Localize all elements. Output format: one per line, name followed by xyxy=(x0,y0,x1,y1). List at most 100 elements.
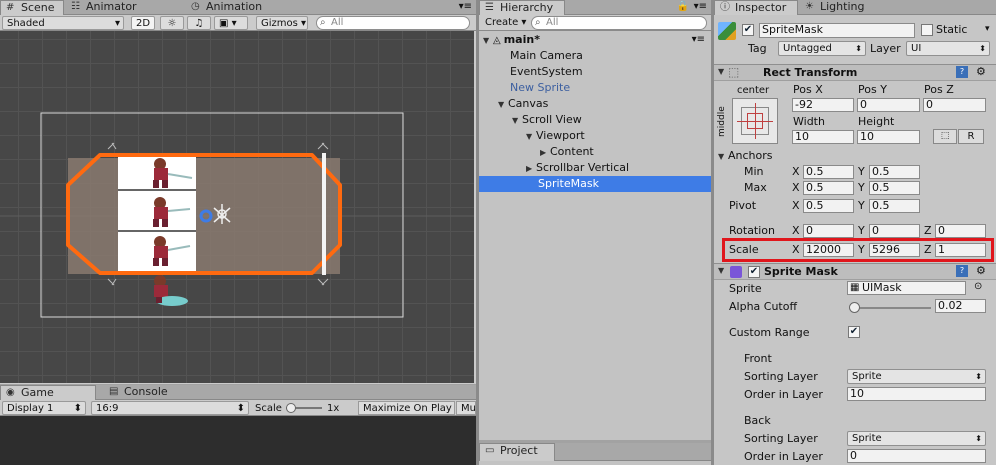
object-name-input[interactable]: SpriteMask xyxy=(759,23,915,38)
create-dropdown[interactable]: Create ▾ xyxy=(481,16,529,30)
tab-animator[interactable]: ☷ Animator xyxy=(66,0,143,15)
scene-search-input[interactable]: All xyxy=(316,16,470,30)
tab-console[interactable]: ▤ Console xyxy=(104,385,174,400)
gizmos-dropdown[interactable]: Gizmos ▾ xyxy=(256,16,308,30)
sprite-object-field[interactable]: ▦ UIMask xyxy=(847,281,966,295)
mute-audio-toggle[interactable]: Mu xyxy=(456,401,476,415)
2d-toggle[interactable]: 2D xyxy=(131,16,155,30)
tab-project[interactable]: ▭ Project xyxy=(479,443,555,461)
hierarchy-item-eventsystem[interactable]: EventSystem xyxy=(510,64,583,80)
expand-arrow-icon[interactable]: ▼ xyxy=(512,113,522,129)
maximize-on-play-toggle[interactable]: Maximize On Play xyxy=(358,401,455,415)
custom-range-checkbox[interactable]: ✔ xyxy=(848,326,860,338)
help-book-icon[interactable]: ? xyxy=(956,265,968,277)
panel-menu-icon[interactable]: ▾≡ xyxy=(459,1,472,12)
back-sorting-layer-dropdown[interactable]: Sprite xyxy=(847,431,986,446)
pivot-x-axis-label: X xyxy=(792,199,800,212)
lock-icon[interactable]: 🔒 xyxy=(677,1,689,12)
hierarchy-item-canvas[interactable]: ▼ Canvas xyxy=(498,96,548,112)
character-sprite xyxy=(154,275,188,306)
expand-arrow-icon[interactable]: ▼ xyxy=(483,33,493,49)
scene-menu-icon[interactable]: ▾≡ xyxy=(692,34,705,45)
pivot-y-input[interactable]: 0.5 xyxy=(869,199,920,213)
front-sorting-layer-dropdown[interactable]: Sprite xyxy=(847,369,986,384)
slider-thumb[interactable] xyxy=(849,302,860,313)
slider-thumb[interactable] xyxy=(286,403,296,413)
audio-toggle-icon[interactable]: ♫ xyxy=(187,16,211,30)
pane-divider[interactable] xyxy=(476,0,479,465)
expand-arrow-icon[interactable]: ▼ xyxy=(718,266,728,275)
hierarchy-item-scrollbar-vertical[interactable]: ▶ Scrollbar Vertical xyxy=(526,160,629,176)
front-sorting-layer-label: Sorting Layer xyxy=(744,370,818,383)
expand-arrow-icon[interactable]: ▼ xyxy=(526,129,536,145)
scale-z-input[interactable]: 1 xyxy=(935,243,986,257)
tab-scene[interactable]: # Scene xyxy=(0,0,64,15)
height-input[interactable]: 10 xyxy=(857,130,920,144)
raw-edit-button[interactable]: R xyxy=(958,129,984,144)
sprite-mask-enabled-checkbox[interactable]: ✔ xyxy=(748,266,760,278)
aspect-dropdown[interactable]: 16:9 ⬍ xyxy=(91,401,249,415)
rotation-y-input[interactable]: 0 xyxy=(869,224,920,238)
pos-y-input[interactable]: 0 xyxy=(857,98,920,112)
width-input[interactable]: 10 xyxy=(792,130,854,144)
rotation-z-input[interactable]: 0 xyxy=(935,224,986,238)
help-book-icon[interactable]: ? xyxy=(956,66,968,78)
rotation-x-input[interactable]: 0 xyxy=(803,224,854,238)
scene-viewport[interactable] xyxy=(0,31,474,383)
min-y-axis-label: Y xyxy=(858,165,865,178)
effects-dropdown-icon[interactable]: ▣ ▾ xyxy=(214,16,248,30)
back-sorting-layer-label: Sorting Layer xyxy=(744,432,818,445)
hierarchy-search-input[interactable]: All xyxy=(531,16,707,30)
tag-dropdown[interactable]: Untagged xyxy=(778,41,866,56)
hierarchy-item-viewport[interactable]: ▼ Viewport xyxy=(526,128,585,144)
sprite-mask-header[interactable]: ▼ ✔ Sprite Mask ? ⚙ xyxy=(714,263,996,280)
tab-inspector[interactable]: ⓘ Inspector xyxy=(714,0,798,15)
pivot-x-input[interactable]: 0.5 xyxy=(803,199,854,213)
panel-menu-icon[interactable]: ▾≡ xyxy=(694,1,707,12)
max-x-input[interactable]: 0.5 xyxy=(803,181,854,195)
anchor-presets-button[interactable] xyxy=(732,98,778,144)
tab-game[interactable]: ◉ Game xyxy=(0,385,96,400)
min-x-input[interactable]: 0.5 xyxy=(803,165,854,179)
expand-arrow-icon[interactable]: ▼ xyxy=(718,150,728,164)
collapse-arrow-icon[interactable]: ▶ xyxy=(540,145,550,161)
hierarchy-item-new-sprite[interactable]: New Sprite xyxy=(510,80,570,96)
hierarchy-item-scroll-view[interactable]: ▼ Scroll View xyxy=(512,112,582,128)
scale-x-input[interactable]: 12000 xyxy=(803,243,854,257)
blueprint-mode-button[interactable]: ⬚ xyxy=(933,129,957,144)
hierarchy-item-main-camera[interactable]: Main Camera xyxy=(510,48,583,64)
expand-arrow-icon[interactable]: ▼ xyxy=(718,67,728,76)
settings-gear-icon[interactable]: ⚙ xyxy=(976,264,986,277)
scale-slider[interactable] xyxy=(286,403,322,413)
pos-x-input[interactable]: -92 xyxy=(792,98,854,112)
shading-dropdown[interactable]: Shaded ▾ xyxy=(2,16,124,30)
front-order-input[interactable]: 10 xyxy=(847,387,986,401)
collapse-arrow-icon[interactable]: ▶ xyxy=(526,161,536,177)
min-y-input[interactable]: 0.5 xyxy=(869,165,920,179)
back-order-input[interactable]: 0 xyxy=(847,449,986,463)
rect-transform-header[interactable]: ▼ ⬚ Rect Transform ? ⚙ xyxy=(714,64,996,81)
tab-lighting[interactable]: ☀ Lighting xyxy=(800,0,870,15)
tab-animation[interactable]: ◷ Animation xyxy=(186,0,268,15)
expand-arrow-icon[interactable]: ▼ xyxy=(498,97,508,113)
hierarchy-item-spritemask[interactable]: SpriteMask xyxy=(479,176,711,192)
lightbulb-icon: ☀ xyxy=(805,1,814,12)
alpha-cutoff-input[interactable]: 0.02 xyxy=(935,299,986,313)
lighting-toggle-icon[interactable]: ☼ xyxy=(160,16,184,30)
pane-divider[interactable] xyxy=(711,0,714,465)
alpha-cutoff-slider[interactable] xyxy=(849,302,931,313)
object-picker-icon[interactable]: ⊙ xyxy=(974,281,982,292)
scale-y-input[interactable]: 5296 xyxy=(869,243,920,257)
max-y-input[interactable]: 0.5 xyxy=(869,181,920,195)
active-checkbox[interactable]: ✔ xyxy=(742,24,754,36)
pos-z-input[interactable]: 0 xyxy=(923,98,986,112)
layer-dropdown[interactable]: UI xyxy=(906,41,990,56)
project-tabbar: ▭ Project xyxy=(479,443,711,461)
display-dropdown[interactable]: Display 1 ⬍ xyxy=(2,401,86,415)
settings-gear-icon[interactable]: ⚙ xyxy=(976,65,986,78)
tab-hierarchy[interactable]: ☰ Hierarchy xyxy=(479,0,565,15)
hierarchy-scene-row[interactable]: ▼ ◬ main* xyxy=(483,32,540,48)
static-dropdown-icon[interactable]: ▾ xyxy=(985,24,990,34)
static-checkbox[interactable] xyxy=(921,24,933,36)
hierarchy-item-content[interactable]: ▶ Content xyxy=(540,144,594,160)
